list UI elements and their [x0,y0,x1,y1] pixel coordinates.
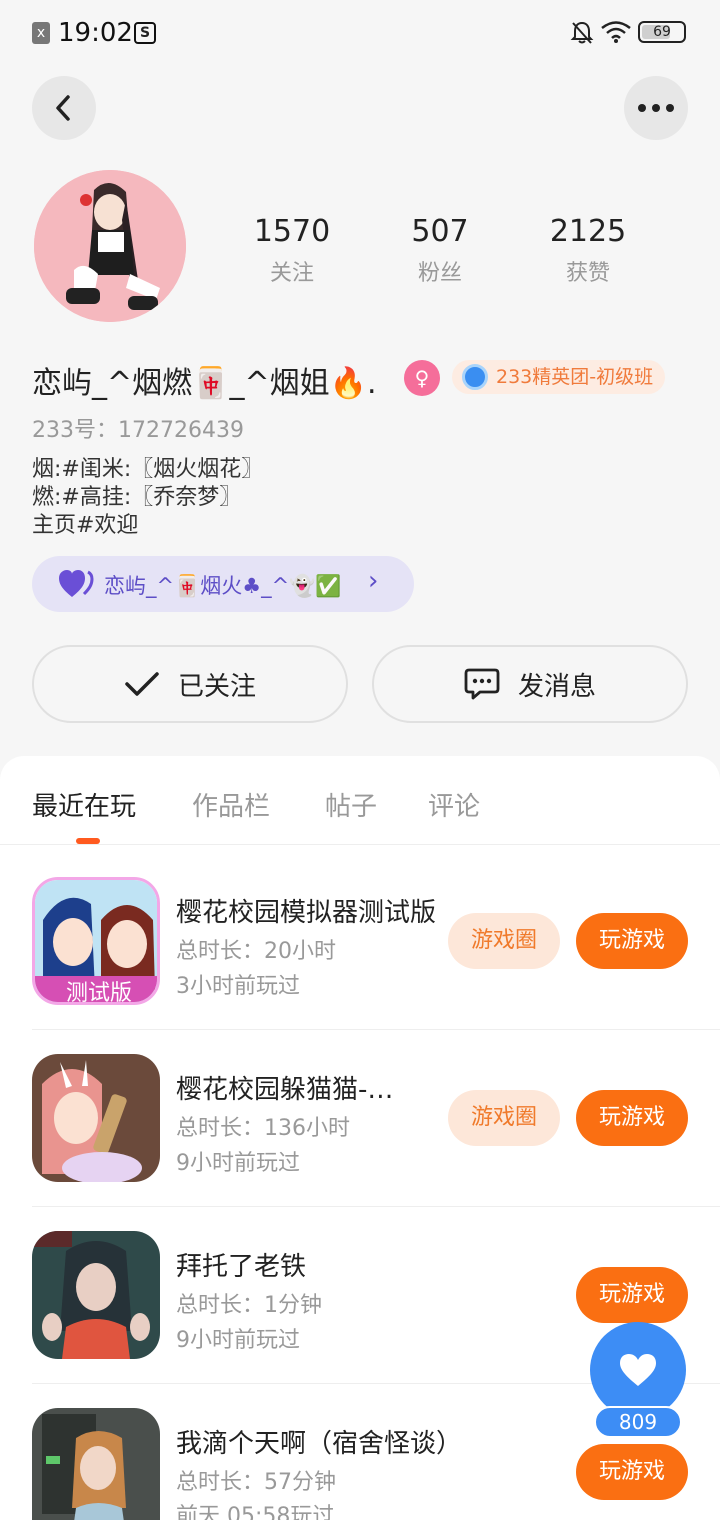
stat-likes[interactable]: 2125 获赞 [528,214,648,287]
fans-count: 507 [411,214,469,249]
play-game-button[interactable]: 玩游戏 [576,1444,688,1500]
game-icon[interactable] [32,1408,160,1520]
game-playtime: 总时长：57分钟 [176,1470,336,1495]
row-divider [32,1206,720,1207]
send-message-button[interactable]: 发消息 [372,645,688,723]
following-count: 1570 [253,214,331,249]
user-id: 233号：172726439 [32,418,244,443]
game-last-played: 9小时前玩过 [176,1328,300,1353]
chat-bubble-icon [464,668,500,700]
play-game-button[interactable]: 玩游戏 [576,1267,688,1323]
game-title: 拜托了老铁 [176,1252,307,1282]
play-game-button[interactable]: 玩游戏 [576,913,688,969]
like-button[interactable] [590,1322,686,1418]
heart-icon [620,1354,656,1386]
chevron-right-icon: › [368,566,379,596]
game-circle-button[interactable]: 游戏圈 [448,913,560,969]
avatar-character-image [34,170,186,322]
followed-button[interactable]: 已关注 [32,645,348,723]
chevron-left-icon [56,95,70,121]
tab-recently-played[interactable]: 最近在玩 [32,786,136,823]
check-icon [125,672,159,696]
game-playtime: 总时长：136小时 [176,1116,350,1141]
sim-off-icon: x [32,22,50,44]
back-button[interactable] [32,76,96,140]
ellipsis-icon [638,104,646,112]
double-heart-icon [59,570,94,597]
game-4-image [32,1408,160,1520]
fans-label: 粉丝 [417,261,462,286]
more-options-button[interactable] [624,76,688,140]
avatar[interactable] [34,170,186,322]
battery-level: 69 [653,24,671,40]
test-version-tag: 测试版 [66,981,132,1005]
game-last-played: 9小时前玩过 [176,1151,300,1176]
game-playtime: 总时长：20小时 [176,939,336,964]
tab-works[interactable]: 作品栏 [192,786,270,823]
female-gender-icon: ♀ [404,360,440,396]
game-icon[interactable] [32,1054,160,1182]
game-2-image [32,1054,160,1182]
game-3-image [32,1231,160,1359]
like-count: 809 [594,1406,682,1438]
stat-fans[interactable]: 507 粉丝 [380,214,500,287]
battery-indicator: 69 [638,21,686,43]
bio-line: 燃:#高挂:〖乔奈梦〗 [32,485,242,510]
send-message-label: 发消息 [517,671,596,702]
bell-muted-icon [570,21,594,44]
fan-group-name: 恋屿_^🀄烟火♣_^👻✅ [104,574,342,598]
game-title: 我滴个天啊（宿舍怪谈） [176,1429,463,1459]
group-emblem-icon [462,364,488,390]
wifi-icon [601,21,631,43]
status-time: 19:02 [58,18,133,48]
game-title: 樱花校园模拟器测试版 [176,898,436,928]
tab-posts[interactable]: 帖子 [325,786,377,823]
row-divider [32,1029,720,1030]
s-app-icon: S [134,22,156,44]
game-circle-button[interactable]: 游戏圈 [448,1090,560,1146]
likes-label: 获赞 [565,261,610,286]
game-1-image: 测试版 [35,880,157,1005]
followed-label: 已关注 [177,671,256,702]
game-last-played: 前天 05:58玩过 [176,1504,335,1520]
bio: 烟:#闺米:〖烟火烟花〗 燃:#高挂:〖乔奈梦〗 主页#欢迎 [32,456,263,540]
following-label: 关注 [269,261,314,286]
bio-line: 烟:#闺米:〖烟火烟花〗 [32,457,264,482]
game-icon[interactable] [32,1231,160,1359]
tab-comments[interactable]: 评论 [428,786,480,823]
tabs-divider [0,844,720,845]
bio-line: 主页#欢迎 [32,513,139,538]
game-title: 樱花校园躲猫猫-正式版 [176,1075,416,1105]
stat-following[interactable]: 1570 关注 [232,214,352,287]
username: 恋屿_^烟燃🀄_^烟姐🔥. [32,366,377,401]
game-icon[interactable]: 测试版 [32,877,160,1005]
play-game-button[interactable]: 玩游戏 [576,1090,688,1146]
game-last-played: 3小时前玩过 [176,974,300,999]
likes-count: 2125 [549,214,627,249]
game-playtime: 总时长：1分钟 [176,1293,322,1318]
